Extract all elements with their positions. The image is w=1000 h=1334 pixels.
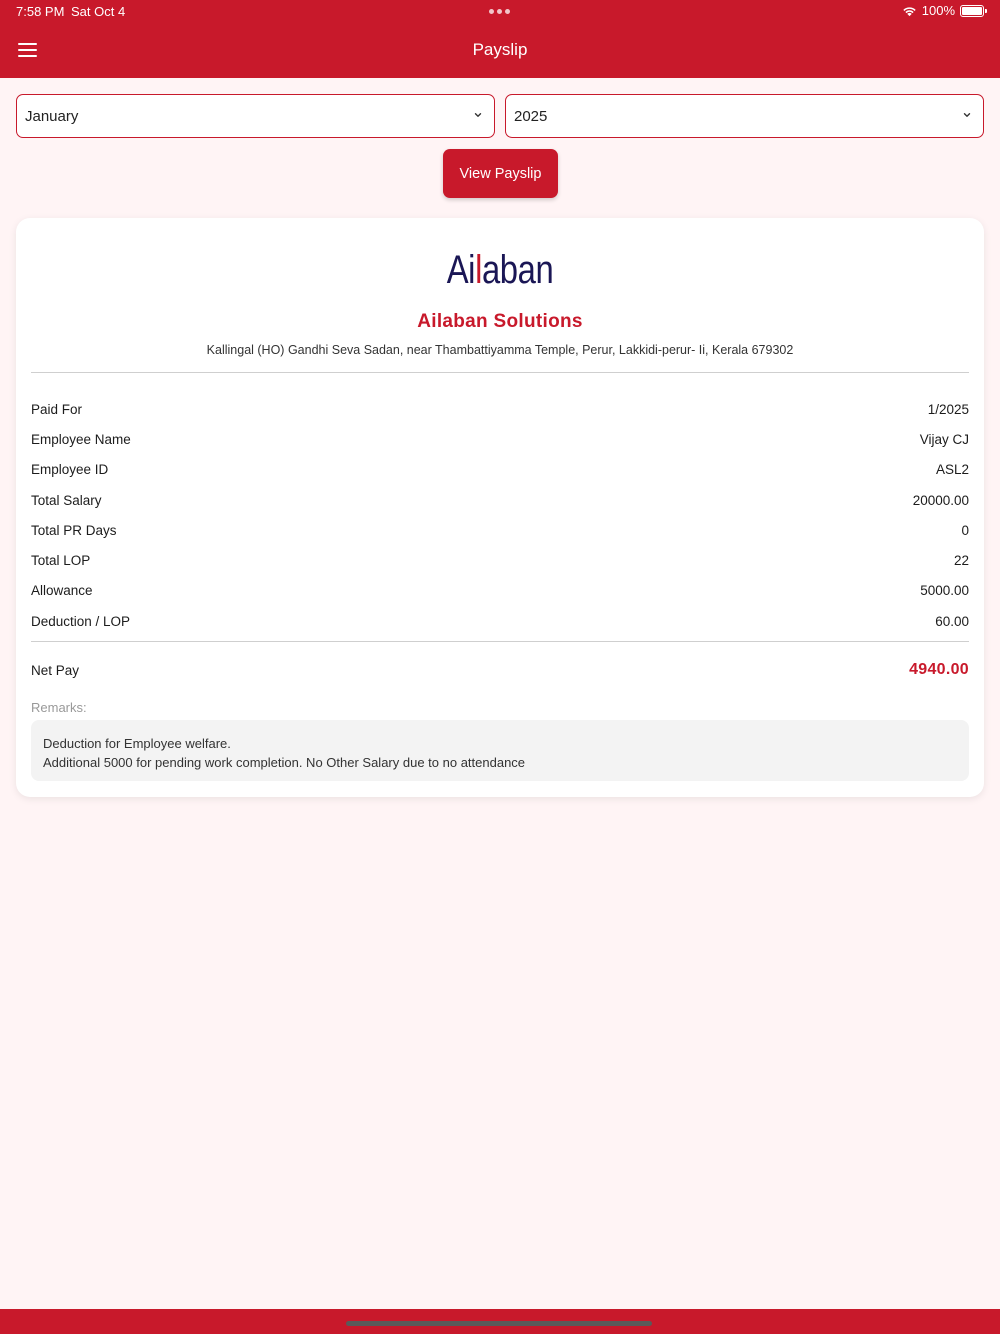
- detail-value: 60.00: [935, 613, 969, 629]
- remarks-box: Deduction for Employee welfare. Addition…: [31, 720, 969, 781]
- year-selected-value: 2025: [514, 107, 548, 125]
- chevron-down-icon: [963, 113, 971, 117]
- payslip-details: Paid For 1/2025 Employee Name Vijay CJ E…: [31, 394, 969, 636]
- view-payslip-button[interactable]: View Payslip: [443, 149, 558, 198]
- detail-label: Employee ID: [31, 462, 109, 478]
- month-dropdown[interactable]: January: [16, 94, 495, 138]
- detail-row-employee-name: Employee Name Vijay CJ: [31, 424, 969, 454]
- detail-row-total-lop: Total LOP 22: [31, 545, 969, 575]
- detail-label: Total LOP: [31, 553, 91, 569]
- net-pay-row: Net Pay 4940.00: [31, 661, 969, 679]
- divider: [31, 372, 969, 373]
- detail-value: 0: [961, 522, 969, 538]
- detail-label: Employee Name: [31, 431, 131, 447]
- app-header: 7:58 PM Sat Oct 4 100% Payslip: [0, 0, 1000, 78]
- detail-value: 20000.00: [912, 492, 969, 508]
- detail-label: Total PR Days: [31, 522, 117, 538]
- detail-label: Deduction / LOP: [31, 613, 131, 629]
- net-pay-value: 4940.00: [909, 661, 969, 678]
- detail-row-paid-for: Paid For 1/2025: [31, 394, 969, 424]
- detail-value: 5000.00: [920, 583, 969, 599]
- chevron-down-icon: [474, 113, 482, 117]
- year-dropdown[interactable]: 2025: [505, 94, 984, 138]
- detail-row-allowance: Allowance 5000.00: [31, 576, 969, 606]
- battery-percent: 100%: [921, 3, 955, 18]
- page-title: Payslip: [472, 40, 528, 59]
- multitasking-dots-icon[interactable]: [489, 9, 510, 14]
- detail-label: Allowance: [31, 583, 93, 599]
- home-indicator[interactable]: [346, 1321, 652, 1326]
- remarks-line: Additional 5000 for pending work complet…: [43, 755, 526, 770]
- status-date: Sat Oct 4: [71, 4, 126, 19]
- detail-label: Paid For: [31, 401, 83, 417]
- detail-value: Vijay CJ: [919, 431, 969, 447]
- detail-label: Total Salary: [31, 492, 102, 508]
- detail-row-deduction-lop: Deduction / LOP 60.00: [31, 606, 969, 636]
- status-right: 100%: [902, 3, 987, 18]
- detail-row-employee-id: Employee ID ASL2: [31, 455, 969, 485]
- status-bar: 7:58 PM Sat Oct 4 100%: [0, 0, 1000, 24]
- company-name: Ailaban Solutions: [417, 311, 583, 332]
- net-pay-label: Net Pay: [31, 662, 80, 678]
- detail-value: 1/2025: [927, 401, 969, 417]
- detail-value: ASL2: [935, 462, 969, 478]
- detail-value: 22: [953, 553, 969, 569]
- status-time: 7:58 PM: [16, 4, 65, 19]
- company-logo: Ailaban: [446, 248, 554, 292]
- divider: [31, 641, 969, 642]
- payslip-card: Ailaban Ailaban Solutions Kallingal (HO)…: [16, 218, 984, 797]
- company-address: Kallingal (HO) Gandhi Seva Sadan, near T…: [206, 343, 794, 357]
- detail-row-total-pr-days: Total PR Days 0: [31, 515, 969, 545]
- battery-icon: [960, 4, 987, 17]
- wifi-icon: [903, 6, 916, 16]
- month-selected-value: January: [25, 107, 79, 125]
- remarks-line: Deduction for Employee welfare.: [43, 736, 231, 751]
- remarks-label: Remarks:: [31, 700, 87, 715]
- detail-row-total-salary: Total Salary 20000.00: [31, 485, 969, 515]
